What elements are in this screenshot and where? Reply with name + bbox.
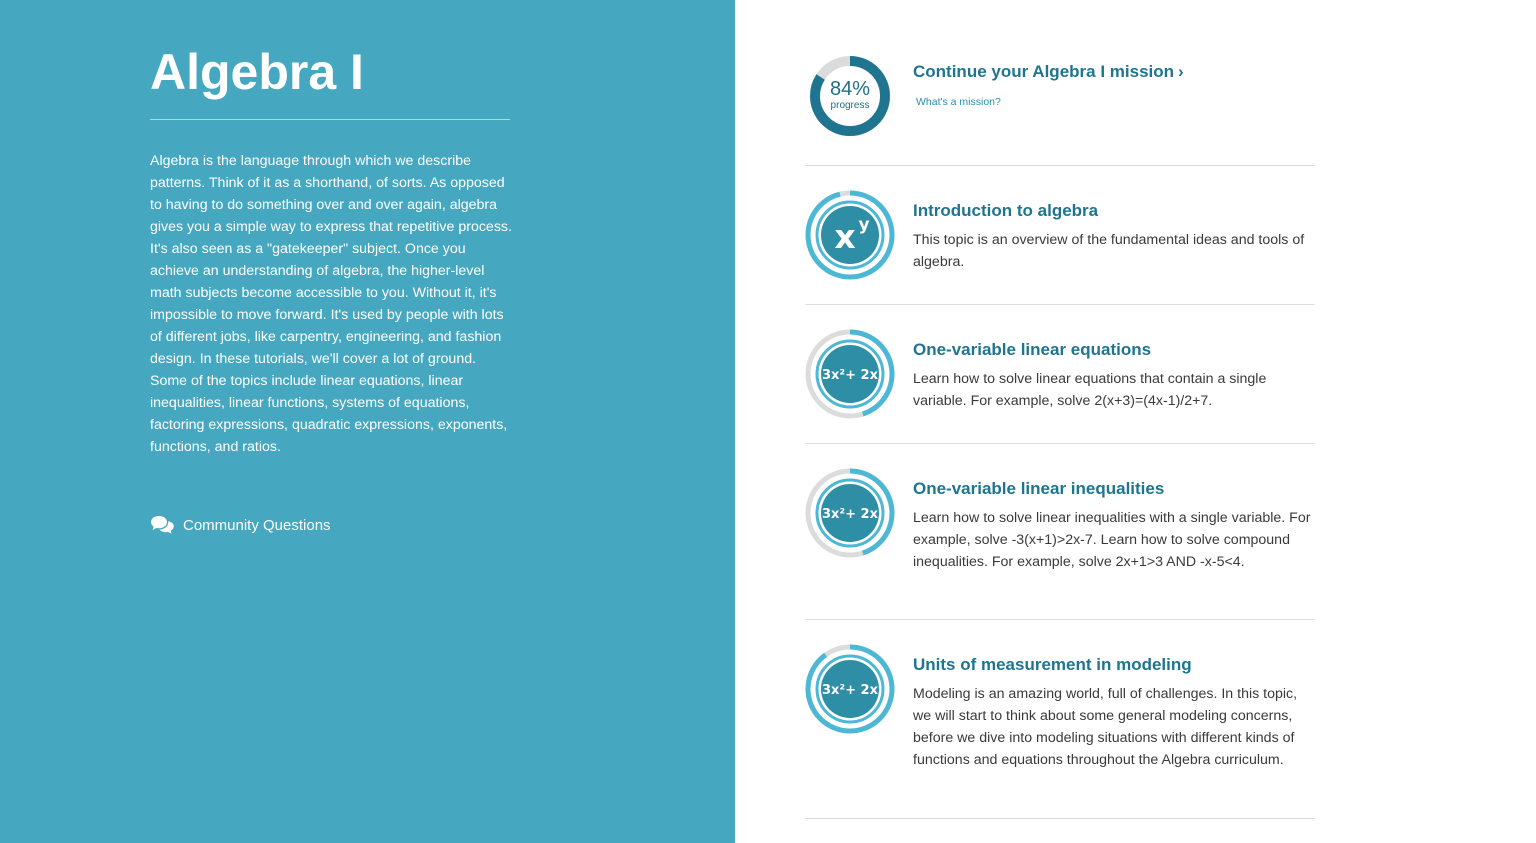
title-divider — [150, 119, 510, 120]
topic-description: Learn how to solve linear inequalities w… — [913, 510, 1311, 570]
x-to-the-y-icon[interactable]: x y — [805, 190, 895, 280]
page: Algebra I Algebra is the language throug… — [0, 0, 1536, 843]
divider — [805, 165, 1315, 166]
topic-title[interactable]: Units of measurement in modeling — [913, 655, 1192, 675]
progress-label: progress — [830, 100, 870, 111]
community-questions-link[interactable]: Community Questions — [150, 515, 331, 535]
content-panel: 84% progress Continue your Algebra I mis… — [735, 0, 1536, 843]
continue-mission-link[interactable]: Continue your Algebra I mission › — [913, 62, 1184, 82]
divider — [805, 443, 1315, 444]
subject-title: Algebra I — [150, 44, 364, 100]
topic-title[interactable]: One-variable linear inequalities — [913, 479, 1164, 499]
svg-text:3x²+ 2x: 3x²+ 2x — [822, 507, 879, 522]
whats-a-mission-link[interactable]: What's a mission? — [916, 96, 1001, 108]
continue-mission-label: Continue your Algebra I mission — [913, 62, 1175, 81]
polynomial-icon[interactable]: 3x²+ 2x — [805, 468, 895, 558]
divider — [805, 818, 1315, 819]
topic-title[interactable]: One-variable linear equations — [913, 340, 1151, 360]
subject-description: Algebra is the language through which we… — [150, 153, 512, 455]
speech-bubbles-icon — [151, 516, 174, 534]
topic-description: Modeling is an amazing world, full of ch… — [913, 686, 1298, 768]
polynomial-icon[interactable]: 3x²+ 2x — [805, 644, 895, 734]
topic-description: Learn how to solve linear equations that… — [913, 371, 1267, 409]
progress-percent: 84% — [829, 78, 871, 100]
mission-section: 84% progress Continue your Algebra I mis… — [805, 55, 1315, 137]
chevron-right-icon: › — [1178, 62, 1184, 81]
community-questions-label: Community Questions — [183, 516, 331, 534]
svg-text:3x²+ 2x: 3x²+ 2x — [822, 368, 879, 383]
svg-text:3x²+ 2x: 3x²+ 2x — [822, 683, 879, 698]
subject-panel: Algebra I Algebra is the language throug… — [0, 0, 735, 843]
mission-progress-readout: 84% progress — [809, 55, 891, 137]
svg-text:y: y — [858, 215, 869, 235]
polynomial-icon[interactable]: 3x²+ 2x — [805, 329, 895, 419]
topic-title[interactable]: Introduction to algebra — [913, 201, 1098, 221]
divider — [805, 304, 1315, 305]
topic-description: This topic is an overview of the fundame… — [913, 232, 1305, 270]
svg-text:x: x — [834, 217, 855, 256]
divider — [805, 619, 1315, 620]
